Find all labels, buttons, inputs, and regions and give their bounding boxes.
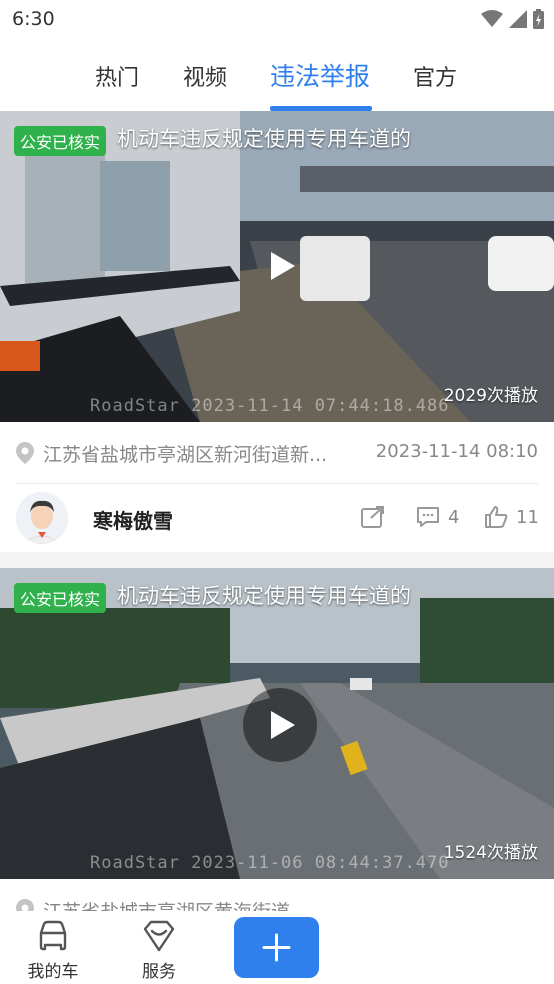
tab-video[interactable]: 视频: [183, 60, 227, 92]
status-time: 6:30: [12, 8, 55, 30]
service-icon: [143, 920, 175, 952]
comment-count: 4: [448, 506, 460, 528]
nav-my-car[interactable]: 我的车: [18, 919, 88, 982]
share-icon: [361, 506, 384, 528]
post-time: 2023-11-14 08:10: [375, 441, 538, 462]
play-icon: [271, 252, 295, 280]
status-icons: [481, 9, 544, 29]
location-icon: [16, 899, 34, 911]
status-bar: 6:30: [0, 0, 554, 38]
verified-badge: 公安已核实: [14, 126, 107, 156]
category-tabs: 热门 视频 违法举报 官方: [0, 52, 554, 112]
location-text: 江苏省盐城市亭湖区新河街道新...: [43, 444, 328, 466]
comment-button[interactable]: 4: [416, 506, 459, 528]
location-icon: [16, 442, 34, 464]
nav-label-my-car: 我的车: [27, 962, 79, 982]
tab-hot[interactable]: 热门: [95, 60, 139, 92]
tab-violation-report[interactable]: 违法举报: [270, 57, 370, 93]
video-watermark: RoadStar 2023-11-14 07:44:18.486: [90, 396, 450, 416]
post-meta: 江苏省盐城市亭湖区新河街道新... 2023-11-14 08:10: [0, 422, 554, 484]
avatar-image: [16, 492, 68, 544]
feed-card: 公安已核实 机动车违反规定使用专用车道的 RoadStar 2023-11-06…: [0, 568, 554, 911]
play-count: 2029次播放: [443, 386, 538, 406]
thumbs-up-icon: [485, 506, 508, 528]
video-player[interactable]: 公安已核实 机动车违反规定使用专用车道的 RoadStar 2023-11-14…: [0, 111, 554, 422]
signal-icon: [509, 10, 527, 28]
wifi-icon: [481, 10, 503, 27]
battery-icon: [533, 9, 544, 29]
video-player[interactable]: 公安已核实 机动车违反规定使用专用车道的 RoadStar 2023-11-06…: [0, 568, 554, 879]
post-meta: 江苏省盐城市亭湖区黄海街道...: [0, 879, 554, 911]
video-watermark: RoadStar 2023-11-06 08:44:37.470: [90, 853, 450, 873]
verified-badge: 公安已核实: [14, 583, 107, 613]
tab-official[interactable]: 官方: [413, 60, 457, 92]
nav-service[interactable]: 服务: [124, 919, 194, 982]
feed-list: 公安已核实 机动车违反规定使用专用车道的 RoadStar 2023-11-14…: [0, 111, 554, 911]
add-report-button[interactable]: [234, 917, 319, 978]
location-text: 江苏省盐城市亭湖区黄海街道...: [43, 897, 363, 911]
play-count: 1524次播放: [443, 843, 538, 863]
post-author-row: 寒梅傲雪 4 11: [0, 484, 554, 552]
car-icon: [39, 920, 67, 951]
like-count: 11: [516, 506, 539, 528]
share-button[interactable]: [361, 506, 385, 528]
nav-label-service: 服务: [142, 962, 176, 982]
video-title[interactable]: 机动车违反规定使用专用车道的: [117, 580, 411, 610]
like-button[interactable]: 11: [484, 506, 539, 528]
play-icon: [271, 711, 295, 739]
avatar[interactable]: [16, 492, 68, 544]
video-title[interactable]: 机动车违反规定使用专用车道的: [117, 123, 411, 153]
comment-icon: [417, 507, 439, 527]
play-button[interactable]: [243, 688, 317, 762]
card-separator: [0, 552, 554, 568]
play-button[interactable]: [243, 229, 317, 303]
bottom-nav: 我的车 服务: [0, 911, 554, 984]
author-name[interactable]: 寒梅傲雪: [93, 505, 173, 534]
plus-icon: [262, 933, 291, 962]
feed-card: 公安已核实 机动车违反规定使用专用车道的 RoadStar 2023-11-14…: [0, 111, 554, 552]
